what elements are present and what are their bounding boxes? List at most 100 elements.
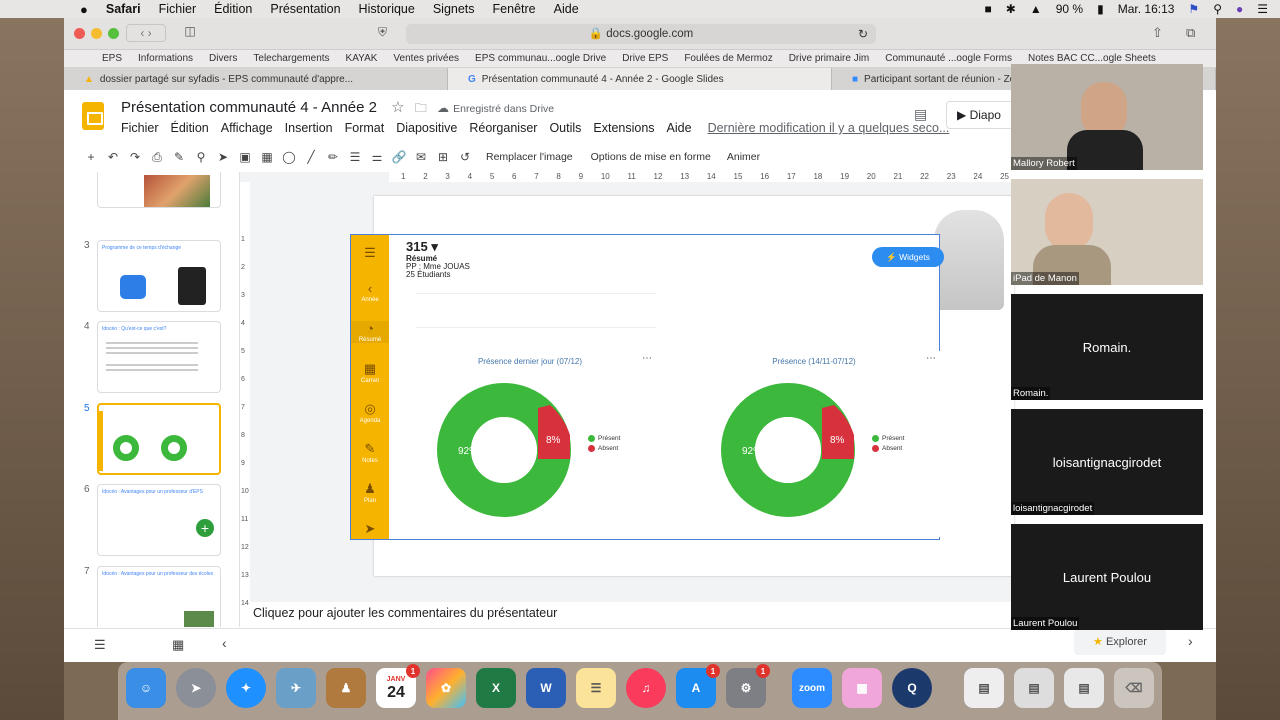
bookmark[interactable]: EPS communau...oogle Drive (475, 53, 606, 64)
menu-aide[interactable]: Aide (554, 2, 579, 16)
reset-image-icon[interactable]: ↺ (458, 150, 472, 164)
appstore-icon[interactable]: A1 (676, 664, 720, 708)
calendar-icon[interactable]: JANV 24 1 (376, 664, 420, 708)
menu-fichier[interactable]: Fichier (159, 2, 197, 16)
speaker-notes[interactable]: Cliquez pour ajouter les commentaires du… (240, 600, 1016, 628)
grid-view-icon[interactable]: ▦ (172, 637, 184, 653)
slide-thumbnail-5-selected[interactable] (97, 403, 221, 475)
flag-icon[interactable]: ⚑ (1188, 2, 1199, 16)
zoom-app-icon[interactable]: zoom (792, 668, 832, 708)
finder-icon[interactable]: ☺ (126, 668, 166, 708)
link-icon[interactable]: 🔗 (392, 150, 407, 164)
document-title[interactable]: Présentation communauté 4 - Année 2 ☆ 🗀 … (121, 98, 554, 120)
bluetooth-icon[interactable]: ✱ (1006, 2, 1016, 16)
zoom-window-button[interactable] (108, 28, 119, 39)
bookmark[interactable]: Divers (209, 53, 237, 64)
text-box-icon[interactable]: ▣ (238, 150, 252, 164)
back-forward-buttons[interactable]: ‹ › (126, 24, 166, 42)
select-cursor-icon[interactable]: ➤ (216, 150, 230, 164)
document-icon[interactable]: ▤ (1014, 668, 1054, 708)
document-title-text[interactable]: Présentation communauté 4 - Année 2 (121, 99, 377, 116)
move-folder-icon[interactable]: 🗀 (415, 101, 427, 115)
menu-safari[interactable]: Safari (106, 2, 141, 16)
menu-extensions[interactable]: Extensions (593, 121, 654, 135)
music-icon[interactable]: ♫ (626, 668, 666, 708)
excel-icon[interactable]: X (476, 668, 516, 708)
bookmark[interactable]: Notes BAC CC...ogle Sheets (1028, 53, 1156, 64)
minimize-window-button[interactable] (91, 28, 102, 39)
control-center-icon[interactable]: ☰ (1257, 2, 1268, 16)
animate-button[interactable]: Animer (727, 151, 760, 163)
zoom-status-icon[interactable]: ■ (985, 2, 992, 16)
menu-edition[interactable]: Édition (171, 121, 209, 135)
menu-edition[interactable]: Édition (214, 2, 252, 16)
zoom-tile-manon[interactable]: iPad de Manon (1011, 179, 1203, 285)
border-dash-icon[interactable]: ⚌ (370, 150, 384, 164)
line-icon[interactable]: ╱ (304, 150, 318, 164)
apple-menu-icon[interactable]: ● (80, 2, 88, 17)
present-button[interactable]: ▶ Diapo (946, 101, 1016, 129)
undo-icon[interactable]: ↶ (106, 150, 120, 164)
tab-google-slides[interactable]: G Présentation communauté 4 - Année 2 - G… (448, 68, 832, 90)
new-slide-icon[interactable]: + (84, 150, 98, 164)
quicktime-icon[interactable]: Q (892, 668, 932, 708)
filmstrip-view-icon[interactable]: ☰ (94, 637, 106, 653)
bookmark[interactable]: Ventes privées (393, 53, 459, 64)
shape-icon[interactable]: ◯ (282, 150, 296, 164)
siri-icon[interactable]: ● (1236, 2, 1243, 16)
photos-icon[interactable]: ✿ (426, 668, 466, 708)
menu-insertion[interactable]: Insertion (285, 121, 333, 135)
menu-fenetre[interactable]: Fenêtre (493, 2, 536, 16)
slide-thumbnail-6[interactable]: Idocéo : Avantages pour un professeur d'… (97, 484, 221, 556)
preview-icon[interactable]: ✈ (276, 668, 316, 708)
menu-reorganiser[interactable]: Réorganiser (469, 121, 537, 135)
battery-level[interactable]: 90 % (1056, 2, 1083, 16)
redo-icon[interactable]: ↷ (128, 150, 142, 164)
close-window-button[interactable] (74, 28, 85, 39)
zoom-icon[interactable]: ⚲ (194, 150, 208, 164)
share-icon[interactable]: ⇧ (1152, 25, 1163, 41)
bookmark[interactable]: Drive primaire Jim (789, 53, 870, 64)
privacy-shield-icon[interactable]: ⛨ (378, 25, 387, 40)
trash-icon[interactable]: ⌫ (1114, 668, 1154, 708)
notes-icon[interactable]: ☰ (576, 668, 616, 708)
zoom-tile-laurent[interactable]: Laurent Poulou Laurent Poulou (1011, 524, 1203, 630)
image-icon[interactable]: ▦ (260, 150, 274, 164)
crop-icon[interactable]: ⊞ (436, 150, 450, 164)
zoom-tile-loisantignacgirodet[interactable]: loisantignacgirodet loisantignacgirodet (1011, 409, 1203, 515)
bookmark[interactable]: Foulées de Mermoz (684, 53, 772, 64)
comment-add-icon[interactable]: ✉ (414, 150, 428, 164)
menu-affichage[interactable]: Affichage (221, 121, 273, 135)
spotlight-icon[interactable]: ⚲ (1213, 2, 1222, 16)
safari-icon[interactable]: ✦ (226, 668, 266, 708)
bookmark[interactable]: KAYAK (346, 53, 378, 64)
bookmark[interactable]: Communauté ...oogle Forms (885, 53, 1012, 64)
border-color-icon[interactable]: ✏ (326, 150, 340, 164)
zoom-tile-romain[interactable]: Romain. Romain. (1011, 294, 1203, 400)
replace-image-button[interactable]: Remplacer l'image (486, 151, 573, 163)
bookmark[interactable]: EPS (102, 53, 122, 64)
format-options-button[interactable]: Options de mise en forme (591, 151, 711, 163)
last-modified-link[interactable]: Dernière modification il y a quelques se… (708, 121, 950, 135)
app-icon[interactable]: ▩ (842, 668, 882, 708)
wifi-icon[interactable]: ▲ (1030, 2, 1042, 16)
menu-fichier[interactable]: Fichier (121, 121, 159, 135)
bookmark[interactable]: Drive EPS (622, 53, 668, 64)
menu-format[interactable]: Format (345, 121, 385, 135)
word-icon[interactable]: W (526, 668, 566, 708)
collapse-icon[interactable]: ‹ (222, 635, 227, 651)
slide-thumbnail-7[interactable]: Idocéo : Avantages pour un professeur de… (97, 566, 221, 627)
bookmark[interactable]: Informations (138, 53, 193, 64)
clock[interactable]: Mar. 16:13 (1118, 2, 1175, 16)
menu-outils[interactable]: Outils (549, 121, 581, 135)
launchpad-icon[interactable]: ➤ (176, 668, 216, 708)
address-bar[interactable]: 🔒 docs.google.com ↻ (406, 24, 876, 44)
menu-signets[interactable]: Signets (433, 2, 475, 16)
print-icon[interactable]: ⎙ (150, 150, 164, 164)
slides-logo-icon[interactable] (82, 102, 104, 130)
tab-syfadis[interactable]: ▲ dossier partagé sur syfadis - EPS commu… (64, 68, 448, 90)
explore-button[interactable]: ★ Explorer (1074, 629, 1166, 655)
paint-format-icon[interactable]: ✎ (172, 150, 186, 164)
selected-image[interactable]: ☰ ‹ Année ◔ Résumé ▦ Carnet ◎ Agenda ✎ Notes … (350, 234, 944, 540)
expand-icon[interactable]: › (1188, 633, 1193, 649)
